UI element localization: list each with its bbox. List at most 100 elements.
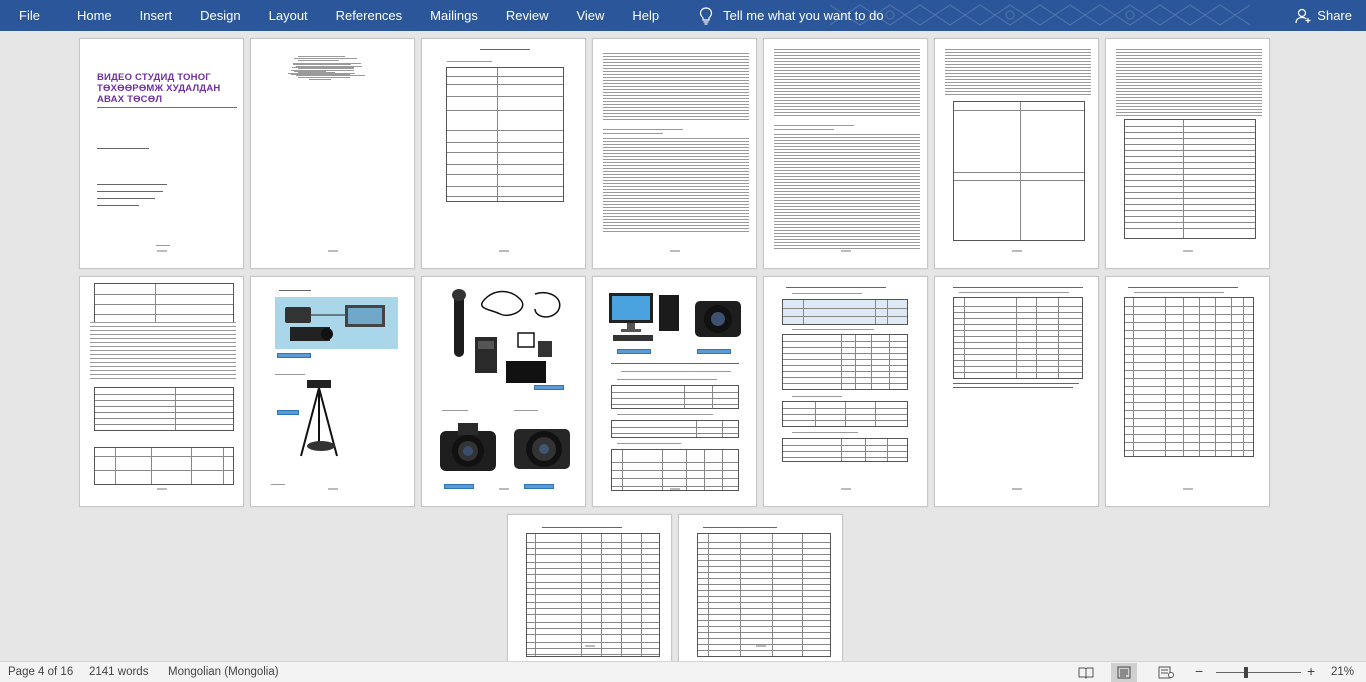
book-icon[interactable]: [1078, 666, 1094, 679]
page-thumbnail[interactable]: [592, 38, 757, 269]
table-row-border: [698, 554, 830, 555]
page-number-mark: [1182, 250, 1193, 252]
table-column-border: [887, 300, 888, 324]
text-line: [774, 73, 920, 74]
table-row-border: [954, 110, 1084, 111]
table-row-border: [527, 554, 659, 555]
page-number-mark: [1182, 488, 1193, 490]
page-count[interactable]: Page 4 of 16: [8, 666, 73, 678]
text-line: [296, 58, 355, 59]
table-row-border: [698, 548, 830, 549]
text-line: [603, 195, 749, 196]
tab-insert[interactable]: Insert: [126, 0, 187, 31]
table-column-border: [845, 402, 846, 426]
text-line: [297, 63, 361, 64]
text-line: [774, 224, 920, 225]
table-column-border: [1016, 298, 1017, 378]
text-line: [621, 371, 731, 372]
tripod-image: [300, 380, 338, 457]
page-thumbnail[interactable]: [678, 514, 843, 661]
tab-references[interactable]: References: [322, 0, 416, 31]
page-thumbnail[interactable]: [421, 38, 586, 269]
document-canvas[interactable]: ВИДЕО СТУДИД ТОНОГ ТӨХӨӨРӨМЖ ХУДАЛДАН АВ…: [0, 31, 1366, 661]
zoom-slider-track[interactable]: [1216, 672, 1301, 673]
text-line: [90, 346, 236, 347]
tab-mailings[interactable]: Mailings: [416, 0, 492, 31]
tab-layout[interactable]: Layout: [255, 0, 322, 31]
text-line: [603, 129, 683, 130]
page-thumbnail[interactable]: [250, 38, 415, 269]
table-column-border: [1183, 120, 1184, 238]
tab-design[interactable]: Design: [186, 0, 254, 31]
table-row-border: [612, 470, 738, 471]
page-thumbnail[interactable]: [934, 38, 1099, 269]
page-thumbnail[interactable]: [507, 514, 672, 661]
table-row-border: [447, 152, 563, 153]
text-line: [603, 133, 663, 134]
table-row-border: [1125, 434, 1253, 435]
text-line: [774, 239, 920, 240]
text-line: [1116, 91, 1262, 92]
tab-home[interactable]: Home: [63, 0, 126, 31]
page-number-mark: [1011, 250, 1022, 252]
text-line: [90, 378, 236, 379]
page-thumbnail[interactable]: [1105, 38, 1270, 269]
text-line: [1116, 85, 1262, 86]
page-thumbnail[interactable]: [763, 38, 928, 269]
language-indicator[interactable]: Mongolian (Mongolia): [168, 666, 279, 678]
lightbulb-icon: [700, 6, 713, 25]
table-row-border: [1125, 186, 1255, 187]
page-thumbnail[interactable]: [934, 276, 1099, 507]
zoom-slider-thumb[interactable]: [1244, 667, 1248, 678]
text-line: [603, 147, 749, 148]
table-row-border: [783, 457, 907, 458]
table-row-border: [698, 572, 830, 573]
page-thumbnail[interactable]: [79, 276, 244, 507]
zoom-out-button[interactable]: −: [1195, 663, 1203, 679]
table-row-border: [1125, 410, 1253, 411]
text-line: [603, 138, 749, 139]
page-number-mark: [156, 250, 167, 252]
video-equipment-image: [275, 297, 398, 349]
text-line: [774, 200, 920, 201]
page-thumbnail[interactable]: [421, 276, 586, 507]
word-count[interactable]: 2141 words: [89, 666, 148, 678]
text-line: [1116, 73, 1262, 74]
print-layout-button[interactable]: [1111, 663, 1137, 682]
tab-review[interactable]: Review: [492, 0, 563, 31]
text-line: [774, 248, 920, 249]
zoom-level[interactable]: 21%: [1331, 666, 1354, 678]
table-row-border: [698, 566, 830, 567]
page-thumbnail[interactable]: ВИДЕО СТУДИД ТОНОГ ТӨХӨӨРӨМЖ ХУДАЛДАН АВ…: [79, 38, 244, 269]
page-thumbnail[interactable]: [763, 276, 928, 507]
share-button[interactable]: Share: [1295, 0, 1352, 31]
text-line: [774, 140, 920, 141]
tab-file[interactable]: File: [0, 0, 63, 31]
page-thumbnail[interactable]: [250, 276, 415, 507]
table-row-border: [698, 590, 830, 591]
text-line: [603, 204, 749, 205]
page-thumbnail[interactable]: [1105, 276, 1270, 507]
text-line: [774, 115, 920, 116]
table-row-border: [1125, 378, 1253, 379]
ribbon-pattern-decoration: [830, 4, 1250, 26]
table-row-border: [1125, 174, 1255, 175]
text-line: [945, 94, 1091, 95]
text-line: [603, 222, 749, 223]
text-line: [1116, 100, 1262, 101]
text-line: [774, 167, 920, 168]
tab-help[interactable]: Help: [618, 0, 673, 31]
cover-text-line: [97, 148, 149, 149]
tell-me-search[interactable]: Tell me what you want to do: [673, 0, 884, 31]
table-row-border: [1125, 322, 1253, 323]
table-row-border: [447, 84, 563, 85]
zoom-in-button[interactable]: +: [1307, 663, 1315, 679]
table-column-border: [704, 450, 705, 490]
caption-line: [953, 287, 1083, 288]
tab-view[interactable]: View: [562, 0, 618, 31]
table-row-border: [612, 398, 738, 399]
web-icon[interactable]: [1158, 666, 1174, 679]
page-thumbnail[interactable]: [592, 276, 757, 507]
table-row-border: [95, 314, 233, 315]
text-line: [774, 227, 920, 228]
